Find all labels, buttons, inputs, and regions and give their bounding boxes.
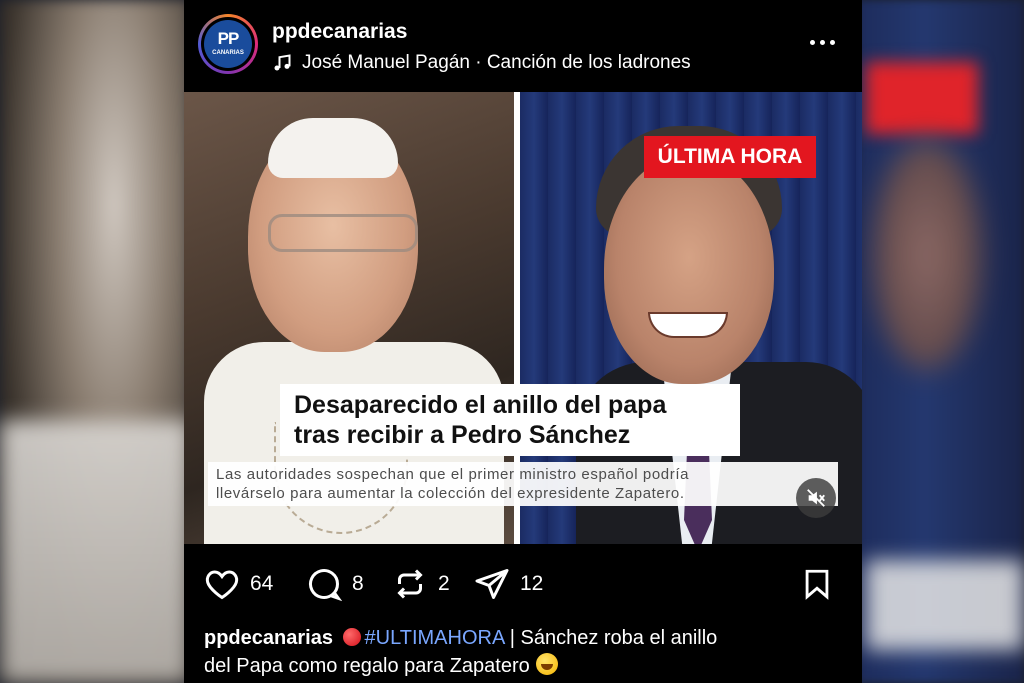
caption-text-line1: | Sánchez roba el anillo [504,627,718,649]
caption-username[interactable]: ppdecanarias [204,627,333,649]
speaker-muted-icon [807,489,825,507]
background-blur-left-robe [0,420,190,683]
caption-text-line2: del Papa como regalo para Zapatero [204,655,530,677]
media-subtext: Las autoridades sospechan que el primer … [208,462,838,506]
share-count: 12 [520,572,544,595]
mute-button[interactable] [796,478,836,518]
more-dot-icon [810,39,815,45]
repost-count: 2 [438,572,450,595]
red-circle-emoji-icon [342,628,361,646]
save-button[interactable] [800,566,834,602]
heart-icon [205,570,239,600]
send-icon [475,569,509,599]
comment-count: 8 [352,572,364,595]
bookmark-icon [805,569,829,600]
background-blur-white-box [866,560,1024,650]
caption-hashtag[interactable]: #ULTIMAHORA [365,627,505,649]
post-username[interactable]: ppdecanarias [272,20,407,44]
post-actions: 64 8 2 12 [184,556,862,612]
post-header: PP CANARIAS ppdecanarias José Manuel Pag… [184,0,862,92]
like-button[interactable]: 64 [204,566,273,602]
background-blur-red-badge [866,62,978,134]
comment-icon [309,569,342,602]
post-media[interactable]: ÚLTIMA HORA Desaparecido el anillo del p… [184,92,862,544]
music-label: José Manuel Pagán · Canción de los ladro… [302,52,691,73]
music-note-icon [274,54,291,71]
avatar[interactable]: PP CANARIAS [198,14,258,74]
laughing-emoji-icon [535,653,558,675]
music-attribution[interactable]: José Manuel Pagán · Canción de los ladro… [272,52,691,74]
share-button[interactable]: 12 [474,566,543,602]
repost-button[interactable]: 2 [392,566,450,602]
media-headline: Desaparecido el anillo del papa tras rec… [280,384,740,456]
background-blur-face [872,140,982,370]
post-card: PP CANARIAS ppdecanarias José Manuel Pag… [184,0,862,683]
breaking-news-badge: ÚLTIMA HORA [644,136,816,178]
comment-button[interactable]: 8 [306,566,364,602]
repost-icon [397,569,423,599]
pp-logo: PP CANARIAS [204,20,252,68]
post-caption: ppdecanarias #ULTIMAHORA | Sánchez roba … [204,624,844,680]
more-options-button[interactable] [810,32,840,52]
like-count: 64 [250,572,274,595]
